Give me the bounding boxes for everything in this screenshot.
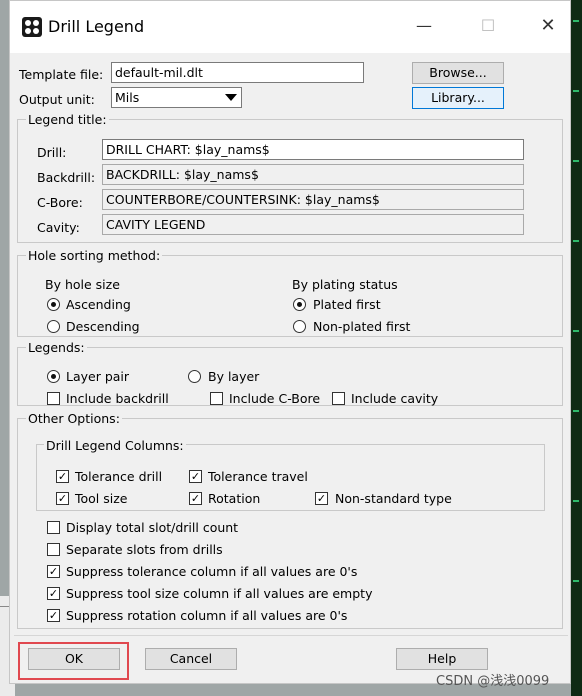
separate-slots-label[interactable]: Separate slots from drills	[66, 542, 223, 557]
output-unit-label: Output unit:	[19, 92, 95, 107]
app-icon	[22, 17, 42, 37]
drill-label: Drill:	[37, 145, 67, 160]
nonplated-first-label[interactable]: Non-plated first	[313, 319, 410, 334]
legends-group-label: Legends:	[26, 340, 87, 355]
help-button[interactable]: Help	[396, 648, 488, 670]
by-hole-size-label: By hole size	[45, 277, 120, 292]
by-layer-radio[interactable]	[188, 370, 201, 383]
cavity-label: Cavity:	[37, 220, 80, 235]
layer-pair-label[interactable]: Layer pair	[66, 369, 129, 384]
suppress-tolerance-checkbox[interactable]: ✓	[47, 565, 60, 578]
window-title: Drill Legend	[48, 17, 145, 36]
output-unit-select[interactable]: Mils	[111, 87, 242, 108]
display-total-checkbox[interactable]	[47, 521, 60, 534]
layer-pair-radio[interactable]	[47, 370, 60, 383]
backdrill-label: Backdrill:	[37, 170, 96, 185]
ascending-label[interactable]: Ascending	[66, 297, 131, 312]
tool-size-checkbox[interactable]: ✓	[56, 492, 69, 505]
nonstandard-type-label[interactable]: Non-standard type	[335, 491, 452, 506]
tolerance-drill-checkbox[interactable]: ✓	[56, 470, 69, 483]
backdrill-title-input[interactable]: BACKDRILL: $lay_nams$	[102, 164, 524, 185]
rotation-label[interactable]: Rotation	[208, 491, 260, 506]
ascending-radio[interactable]	[47, 298, 60, 311]
watermark: CSDN @浅浅0099	[436, 674, 550, 689]
output-unit-value: Mils	[115, 90, 140, 105]
hole-sorting-group-label: Hole sorting method:	[26, 248, 163, 263]
rotation-checkbox[interactable]: ✓	[189, 492, 202, 505]
drill-legend-dialog: Drill Legend — ☐ ✕ Template file: defaul…	[9, 0, 571, 684]
by-layer-label[interactable]: By layer	[208, 369, 259, 384]
descending-radio[interactable]	[47, 320, 60, 333]
include-cbore-label[interactable]: Include C-Bore	[229, 391, 320, 406]
cavity-title-input[interactable]: CAVITY LEGEND	[102, 214, 524, 235]
drill-legend-columns-label: Drill Legend Columns:	[44, 438, 186, 453]
ok-button[interactable]: OK	[28, 648, 120, 670]
cbore-label: C-Bore:	[37, 195, 83, 210]
template-file-input[interactable]: default-mil.dlt	[111, 62, 364, 83]
cancel-button[interactable]: Cancel	[145, 648, 237, 670]
legend-title-group-label: Legend title:	[26, 112, 109, 127]
tool-size-label[interactable]: Tool size	[75, 491, 128, 506]
descending-label[interactable]: Descending	[66, 319, 140, 334]
drill-title-input[interactable]: DRILL CHART: $lay_nams$	[102, 139, 524, 160]
title-bar[interactable]: Drill Legend — ☐ ✕	[10, 1, 570, 53]
by-plating-status-label: By plating status	[292, 277, 398, 292]
library-button[interactable]: Library...	[412, 87, 504, 109]
plated-first-radio[interactable]	[293, 298, 306, 311]
other-options-group-label: Other Options:	[26, 411, 122, 426]
include-backdrill-checkbox[interactable]	[47, 392, 60, 405]
chevron-down-icon	[225, 94, 237, 101]
minimize-button[interactable]: —	[412, 14, 436, 38]
tolerance-drill-label[interactable]: Tolerance drill	[75, 469, 162, 484]
display-total-label[interactable]: Display total slot/drill count	[66, 520, 238, 535]
footer-divider	[14, 635, 568, 636]
tolerance-travel-checkbox[interactable]: ✓	[189, 470, 202, 483]
include-cbore-checkbox[interactable]	[210, 392, 223, 405]
pcb-background	[571, 0, 582, 696]
maximize-button[interactable]: ☐	[476, 14, 500, 38]
close-button[interactable]: ✕	[536, 14, 560, 38]
suppress-rotation-label[interactable]: Suppress rotation column if all values a…	[66, 608, 347, 623]
suppress-tolerance-label[interactable]: Suppress tolerance column if all values …	[66, 564, 357, 579]
suppress-rotation-checkbox[interactable]: ✓	[47, 609, 60, 622]
nonplated-first-radio[interactable]	[293, 320, 306, 333]
include-cavity-label[interactable]: Include cavity	[351, 391, 438, 406]
include-backdrill-label[interactable]: Include backdrill	[66, 391, 169, 406]
suppress-tool-size-label[interactable]: Suppress tool size column if all values …	[66, 586, 372, 601]
nonstandard-type-checkbox[interactable]: ✓	[315, 492, 328, 505]
cbore-title-input[interactable]: COUNTERBORE/COUNTERSINK: $lay_nams$	[102, 189, 524, 210]
tolerance-travel-label[interactable]: Tolerance travel	[208, 469, 308, 484]
separate-slots-checkbox[interactable]	[47, 543, 60, 556]
browse-button[interactable]: Browse...	[412, 62, 504, 84]
template-file-label: Template file:	[19, 67, 104, 82]
include-cavity-checkbox[interactable]	[332, 392, 345, 405]
plated-first-label[interactable]: Plated first	[313, 297, 381, 312]
suppress-tool-size-checkbox[interactable]: ✓	[47, 587, 60, 600]
